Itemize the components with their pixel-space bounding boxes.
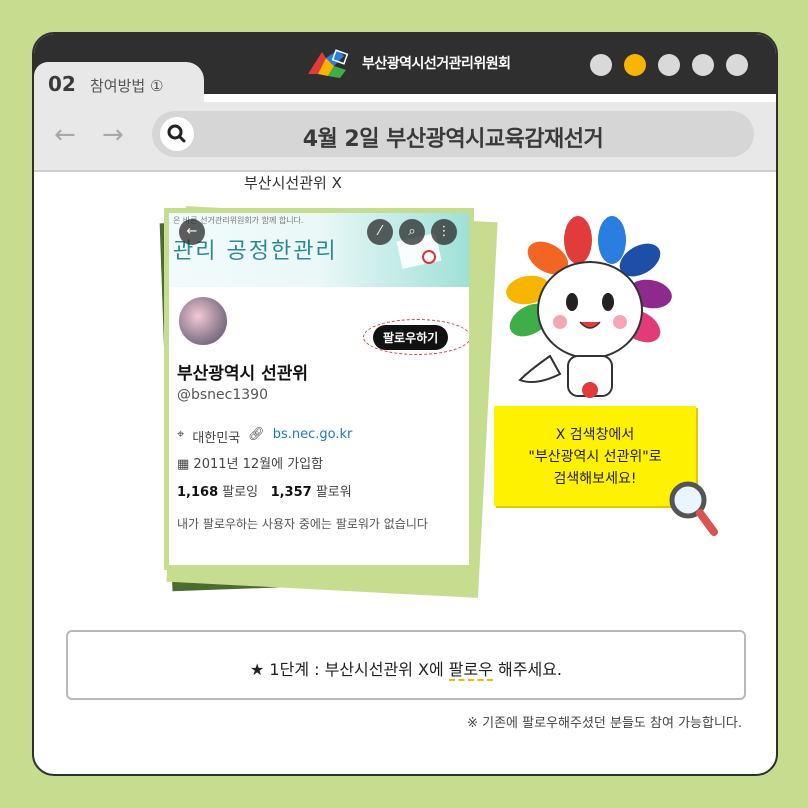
back-arrow-icon[interactable]: ← [54, 120, 76, 150]
magnifier-icon [669, 481, 718, 536]
location-icon: ⌖ [177, 427, 185, 442]
step-prefix: ★ 1단계 : 부산시선관위 X에 [249, 660, 449, 679]
mascot-character-icon [506, 216, 672, 398]
following-label: 팔로잉 [222, 485, 259, 500]
nec-logo-icon [308, 49, 349, 78]
post-label: 부산시선관위 X [244, 174, 342, 192]
profile-avatar [177, 295, 229, 347]
step-text: ★ 1단계 : 부산시선관위 X에 팔로우 해주세요. [68, 656, 744, 681]
callout-line-1: X 검색창에서 [555, 427, 635, 443]
search-icon[interactable]: ⌕ [399, 219, 425, 245]
profile-joined: 2011년 12월에 가입함 [193, 457, 324, 472]
tab-number: 02 [48, 72, 76, 96]
step-highlight: 팔로우 [448, 660, 493, 681]
callout-line-2: "부산광역시 선관위"로 [528, 449, 662, 465]
org-brand: 부산광역시선거관리위원회 [304, 48, 511, 78]
back-icon[interactable]: ← [179, 219, 205, 245]
search-query: 4월 2일 부산광역시교육감재선거 [302, 127, 604, 152]
followers-label: 팔로워 [315, 485, 352, 500]
search-bar[interactable]: 4월 2일 부산광역시교육감재선거 [152, 111, 754, 157]
profile-note: 내가 팔로우하는 사용자 중에는 팔로워가 없습니다 [177, 517, 428, 531]
step-instruction-box: ★ 1단계 : 부산시선관위 X에 팔로우 해주세요. [66, 630, 746, 700]
followers-count[interactable]: 1,357 [271, 485, 312, 500]
grok-icon[interactable]: ⁄ [367, 219, 393, 245]
page-dot-active [624, 54, 646, 76]
following-count[interactable]: 1,168 [177, 485, 218, 500]
step-suffix: 해주세요. [492, 660, 563, 679]
footnote: ※ 기존에 팔로우해주셨던 분들도 참여 가능합니다. [467, 716, 742, 731]
tab-label: 참여방법 ① [90, 77, 164, 95]
page-dot [590, 54, 612, 76]
profile-website[interactable]: bs.nec.go.kr [273, 427, 353, 446]
profile-banner: 은 바른 선거관리위원회가 함께 합니다. 관리 공정한관리 [169, 213, 469, 287]
page-dot [658, 54, 680, 76]
profile-handle: @bsnec1390 [177, 387, 268, 403]
section-tab[interactable]: 02 참여방법 ① [34, 62, 204, 102]
profile-counts: 1,168 팔로잉 1,357 팔로워 [177, 481, 352, 500]
x-profile-screenshot: 은 바른 선거관리위원회가 함께 합니다. 관리 공정한관리 ← ⁄ ⌕ ⋮ 팔… [164, 208, 474, 570]
more-icon[interactable]: ⋮ [431, 219, 457, 245]
calendar-icon: ▦ [177, 457, 194, 472]
page-dot [726, 54, 748, 76]
page-dot [692, 54, 714, 76]
follow-button[interactable]: 팔로우하기 [373, 325, 449, 350]
page-indicator [590, 54, 748, 76]
link-icon: 🔗︎ [248, 427, 265, 442]
profile-name: 부산광역시 선관위 [177, 364, 309, 384]
nav-bar: ← → 4월 2일 부산광역시교육감재선거 [34, 102, 776, 172]
profile-meta: ⌖ 대한민국 🔗︎ bs.nec.go.kr [177, 427, 352, 446]
profile-location: 대한민국 [192, 431, 241, 446]
profile-joined-row: ▦ 2011년 12월에 가입함 [177, 453, 323, 472]
forward-arrow-icon[interactable]: → [102, 120, 124, 150]
org-name: 부산광역시선거관리위원회 [362, 56, 511, 72]
